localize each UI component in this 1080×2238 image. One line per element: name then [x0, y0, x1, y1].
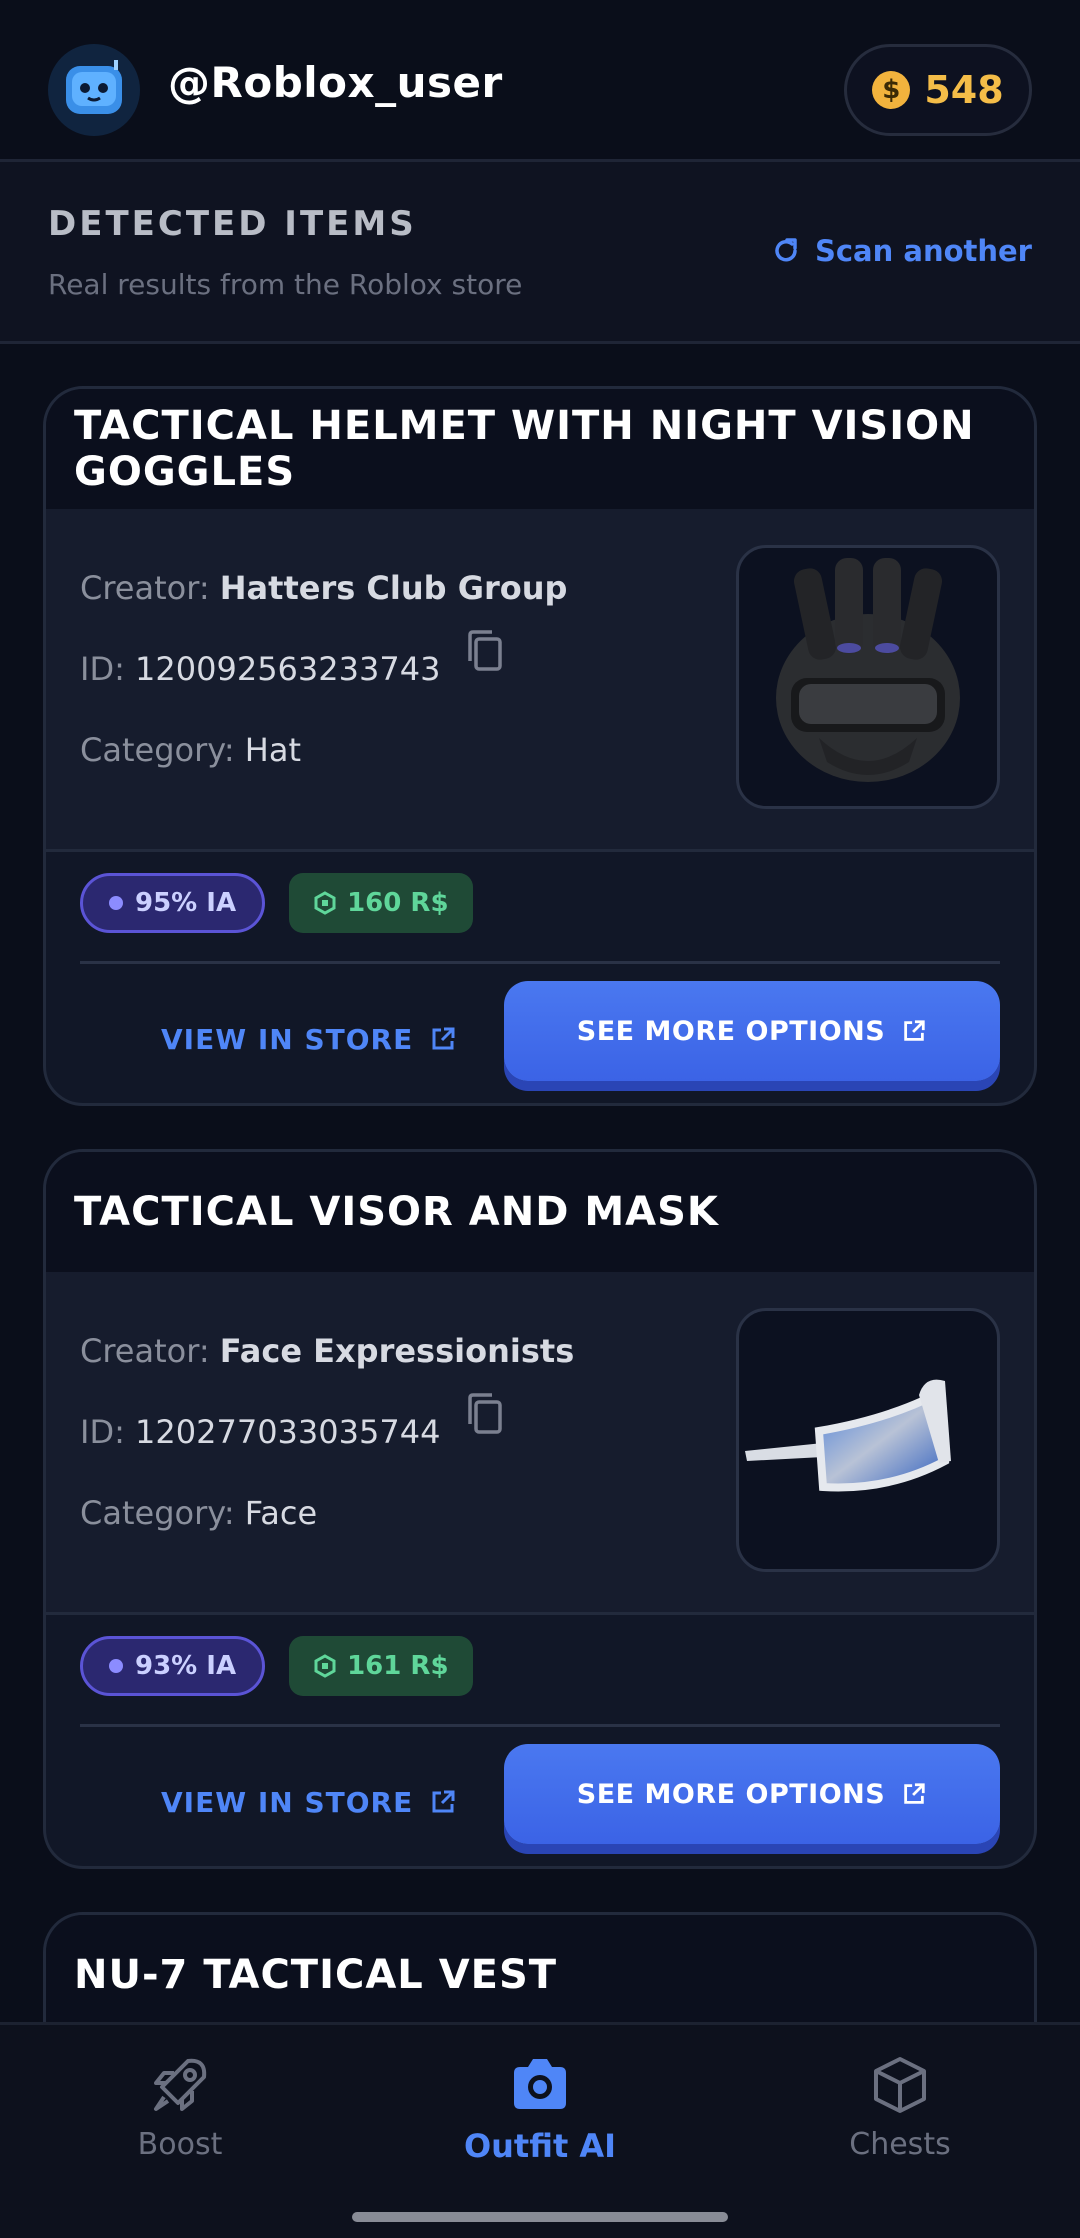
- item-title: TACTICAL HELMET WITH NIGHT VISION GOGGLE…: [74, 403, 975, 495]
- coin-balance[interactable]: $ 548: [844, 44, 1032, 136]
- id-label: ID:: [80, 1413, 125, 1451]
- item-thumbnail[interactable]: [736, 1308, 1000, 1572]
- category-line: Category: Face: [80, 1494, 317, 1532]
- view-in-store-button[interactable]: VIEW IN STORE: [161, 1752, 457, 1852]
- category-value: Hat: [244, 731, 302, 769]
- price-value: 161 R$: [347, 1651, 449, 1681]
- section-title: DETECTED ITEMS: [48, 204, 417, 244]
- nav-label-chests: Chests: [849, 2127, 951, 2162]
- see-more-options-label: SEE MORE OPTIONS: [576, 1015, 886, 1047]
- category-line: Category: Hat: [80, 731, 301, 769]
- creator-label: Creator:: [80, 569, 210, 607]
- price-badge: 161 R$: [289, 1636, 473, 1696]
- ia-confidence-badge: 95% IA: [80, 873, 266, 933]
- external-link-icon: [432, 1027, 455, 1050]
- creator-name[interactable]: Hatters Club Group: [220, 569, 568, 607]
- helmet-image: [776, 558, 960, 782]
- category-label: Category:: [80, 1494, 235, 1532]
- category-value: Face: [244, 1494, 318, 1532]
- view-in-store-button[interactable]: VIEW IN STORE: [161, 989, 457, 1089]
- app-header: @Roblox_user $ 548: [0, 0, 1080, 162]
- view-in-store-label: VIEW IN STORE: [161, 1022, 414, 1056]
- creator-line: Creator: Face Expressionists: [80, 1332, 574, 1370]
- nav-label-outfit-ai: Outfit AI: [463, 2127, 617, 2165]
- price-value: 160 R$: [347, 888, 449, 918]
- camera-icon: [514, 2059, 566, 2109]
- external-link-icon: [904, 1020, 925, 1041]
- card-divider: [80, 1724, 1000, 1727]
- ia-confidence-badge: 93% IA: [80, 1636, 266, 1696]
- external-link-icon: [904, 1783, 925, 1804]
- creator-name[interactable]: Face Expressionists: [220, 1332, 574, 1370]
- nav-outfit-ai[interactable]: Outfit AI: [410, 2053, 670, 2165]
- id-line: ID: 120092563233743: [80, 650, 440, 688]
- home-indicator[interactable]: [352, 2212, 728, 2222]
- price-badge: 160 R$: [289, 873, 473, 933]
- item-id: 120092563233743: [135, 650, 441, 688]
- coin-count: 548: [924, 68, 1004, 112]
- copy-icon[interactable]: [464, 629, 506, 675]
- bottom-navigation: Boost Outfit AI Chests: [0, 2022, 1080, 2238]
- coin-icon: $: [872, 71, 911, 109]
- id-label: ID:: [80, 650, 125, 688]
- scan-another-label: Scan another: [814, 234, 1032, 268]
- refresh-icon: [775, 238, 797, 262]
- scan-another-button[interactable]: Scan another: [771, 234, 1032, 268]
- item-thumbnail[interactable]: [736, 545, 1000, 809]
- item-title: NU-7 TACTICAL VEST: [74, 1952, 558, 1998]
- detected-items-header: DETECTED ITEMS Real results from the Rob…: [0, 162, 1080, 344]
- item-card: TACTICAL VISOR AND MASK Creator: Face Ex…: [43, 1149, 1037, 1869]
- external-link-icon: [432, 1790, 455, 1813]
- rocket-icon: [154, 2058, 207, 2111]
- nav-boost[interactable]: Boost: [50, 2053, 310, 2162]
- avatar[interactable]: [48, 44, 140, 136]
- see-more-options-button[interactable]: SEE MORE OPTIONS: [504, 1744, 1000, 1844]
- robot-avatar-icon: [66, 60, 122, 114]
- see-more-options-button[interactable]: SEE MORE OPTIONS: [504, 981, 1000, 1081]
- item-title: TACTICAL VISOR AND MASK: [74, 1189, 719, 1235]
- id-line: ID: 120277033035744: [80, 1413, 440, 1451]
- visor-image: [745, 1379, 951, 1492]
- nav-chests[interactable]: Chests: [770, 2053, 1030, 2162]
- box-icon: [874, 2057, 926, 2113]
- creator-line: Creator: Hatters Club Group: [80, 569, 567, 607]
- card-divider: [80, 961, 1000, 964]
- creator-label: Creator:: [80, 1332, 210, 1370]
- robux-icon: [314, 1654, 336, 1678]
- username: @Roblox_user: [168, 58, 503, 107]
- ia-value: 95% IA: [135, 888, 237, 918]
- view-in-store-label: VIEW IN STORE: [161, 1785, 414, 1819]
- see-more-options-label: SEE MORE OPTIONS: [576, 1778, 886, 1810]
- ia-value: 93% IA: [135, 1651, 237, 1681]
- robux-icon: [314, 891, 336, 915]
- section-subtitle: Real results from the Roblox store: [48, 268, 523, 301]
- item-card: TACTICAL HELMET WITH NIGHT VISION GOGGLE…: [43, 386, 1037, 1106]
- status-dot-icon: [109, 1659, 123, 1673]
- nav-label-boost: Boost: [137, 2127, 223, 2162]
- copy-icon[interactable]: [464, 1392, 506, 1438]
- status-dot-icon: [109, 896, 123, 910]
- item-id: 120277033035744: [135, 1413, 441, 1451]
- category-label: Category:: [80, 731, 235, 769]
